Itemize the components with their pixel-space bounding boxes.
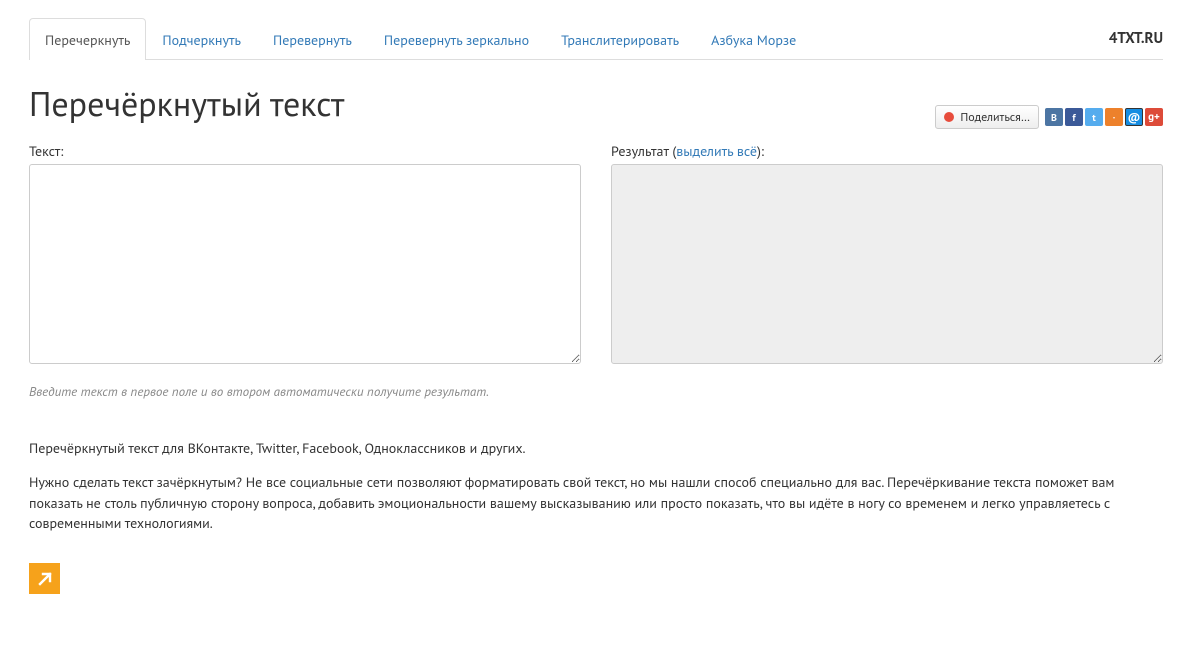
tab-1[interactable]: Подчеркнуть	[146, 18, 257, 60]
liveinternet-counter[interactable]	[29, 563, 60, 594]
share-button[interactable]: Поделиться…	[935, 105, 1039, 129]
share-ok-icon[interactable]: ·	[1105, 108, 1123, 126]
tab-4[interactable]: Транслитерировать	[545, 18, 695, 60]
tab-3[interactable]: Перевернуть зеркально	[368, 18, 545, 60]
description-1: Перечёркнутый текст для ВКонтакте, Twitt…	[29, 438, 1163, 458]
share-mm-icon[interactable]: @	[1125, 108, 1143, 126]
tab-bar: ПеречеркнутьПодчеркнутьПеревернутьПереве…	[29, 18, 1163, 60]
share-icon	[944, 112, 954, 122]
share-tw-icon[interactable]: t	[1085, 108, 1103, 126]
description-2: Нужно сделать текст зачёркнутым? Не все …	[29, 472, 1163, 533]
input-label: Текст:	[29, 142, 581, 160]
input-textarea[interactable]	[29, 164, 581, 364]
result-label: Результат (выделить всё):	[611, 142, 1163, 160]
tab-2[interactable]: Перевернуть	[257, 18, 368, 60]
result-textarea[interactable]	[611, 164, 1163, 364]
share-fb-icon[interactable]: f	[1065, 108, 1083, 126]
select-all-link[interactable]: выделить всё	[676, 142, 757, 160]
share-vk-icon[interactable]: B	[1045, 108, 1063, 126]
share-panel: Поделиться… Bft·@g+	[935, 105, 1163, 129]
tab-0: Перечеркнуть	[29, 18, 146, 60]
hint-text: Введите текст в первое поле и во втором …	[29, 383, 1163, 400]
share-gp-icon[interactable]: g+	[1145, 108, 1163, 126]
site-brand[interactable]: 4TXT.RU	[1109, 18, 1163, 59]
tab-5[interactable]: Азбука Морзе	[695, 18, 812, 60]
arrow-up-right-icon	[36, 570, 54, 588]
share-button-label: Поделиться…	[960, 110, 1030, 125]
